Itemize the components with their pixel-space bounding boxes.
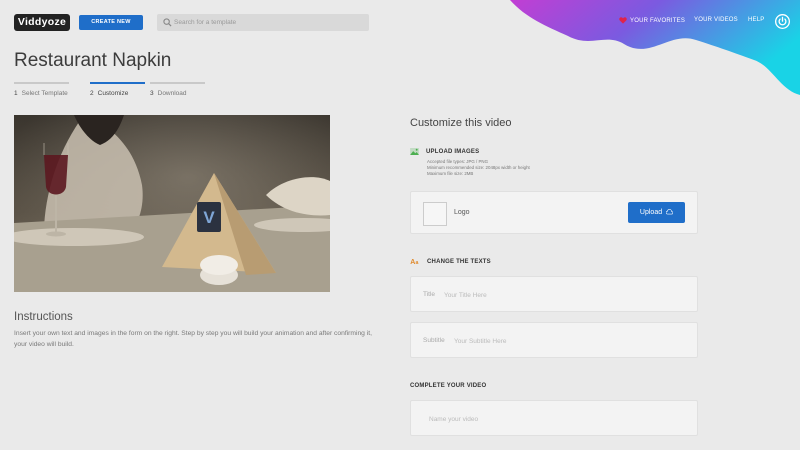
step-bar: [90, 82, 145, 84]
subtitle-field-label: Subtitle: [423, 337, 445, 344]
instructions-title: Instructions: [14, 311, 73, 323]
nav-favorites-link[interactable]: YOUR FAVORITES: [619, 17, 685, 24]
brand-logo[interactable]: Viddyoze: [14, 14, 70, 31]
video-name-input[interactable]: [429, 410, 679, 428]
step-number: 2: [90, 90, 94, 97]
step-customize[interactable]: 2 Customize: [90, 82, 145, 97]
step-number: 1: [14, 90, 18, 97]
power-icon[interactable]: [775, 14, 790, 29]
upload-requirement: Maximum file size: 2MB: [427, 171, 474, 177]
subtitle-field-card: Subtitle: [410, 322, 698, 358]
nav-help-link[interactable]: HELP: [748, 17, 764, 23]
logo-badge-letter: V: [203, 208, 215, 227]
template-search[interactable]: [157, 14, 369, 31]
title-field-label: Title: [423, 291, 436, 298]
complete-video-label: COMPLETE YOUR VIDEO: [410, 383, 487, 389]
svg-text:a: a: [416, 260, 419, 265]
step-progress: 1 Select Template 2 Customize 3 Download: [14, 82, 205, 102]
page-title: Restaurant Napkin: [14, 50, 172, 71]
nav-favorites-label: YOUR FAVORITES: [630, 17, 686, 24]
nav-videos-link[interactable]: YOUR VIDEOS: [694, 17, 738, 23]
text-icon: A a: [410, 259, 419, 265]
image-icon: [410, 148, 419, 155]
step-bar: [150, 82, 205, 84]
instructions-text: Insert your own text and images in the f…: [14, 330, 372, 348]
upload-button[interactable]: Upload: [628, 202, 685, 223]
title-input[interactable]: [444, 286, 644, 304]
heart-icon: [619, 17, 627, 24]
upload-button-label: Upload: [639, 209, 663, 216]
step-label: Customize: [97, 90, 129, 97]
create-new-button[interactable]: CREATE NEW: [79, 15, 143, 30]
preview-image: V: [14, 115, 330, 292]
step-download[interactable]: 3 Download: [150, 82, 205, 97]
step-select-template[interactable]: 1 Select Template: [14, 82, 69, 97]
top-bar: Viddyoze CREATE NEW YOUR FAVORITES YOUR …: [0, 0, 800, 44]
subtitle-input[interactable]: [454, 332, 654, 350]
search-input[interactable]: [174, 14, 364, 31]
logo-upload-card: Logo Upload: [410, 191, 698, 234]
logo-thumbnail: [423, 202, 447, 226]
customize-title: Customize this video: [410, 117, 512, 129]
change-texts-label: CHANGE THE TEXTS: [427, 258, 491, 265]
change-texts-header: A a CHANGE THE TEXTS: [410, 258, 491, 266]
upload-icon: [665, 208, 674, 214]
upload-images-label: UPLOAD IMAGES: [426, 148, 480, 155]
upload-requirements: Accepted file types: JPG / PNG Minimum r…: [427, 159, 530, 178]
video-name-card: [410, 400, 698, 436]
step-number: 3: [150, 90, 154, 97]
video-preview[interactable]: V: [14, 115, 330, 292]
title-field-card: Title: [410, 276, 698, 312]
step-label: Download: [157, 90, 187, 97]
search-icon: [163, 18, 172, 27]
step-bar: [14, 82, 69, 84]
logo-label: Logo: [454, 209, 470, 216]
upload-images-header: UPLOAD IMAGES: [410, 148, 479, 155]
step-label: Select Template: [21, 90, 68, 97]
